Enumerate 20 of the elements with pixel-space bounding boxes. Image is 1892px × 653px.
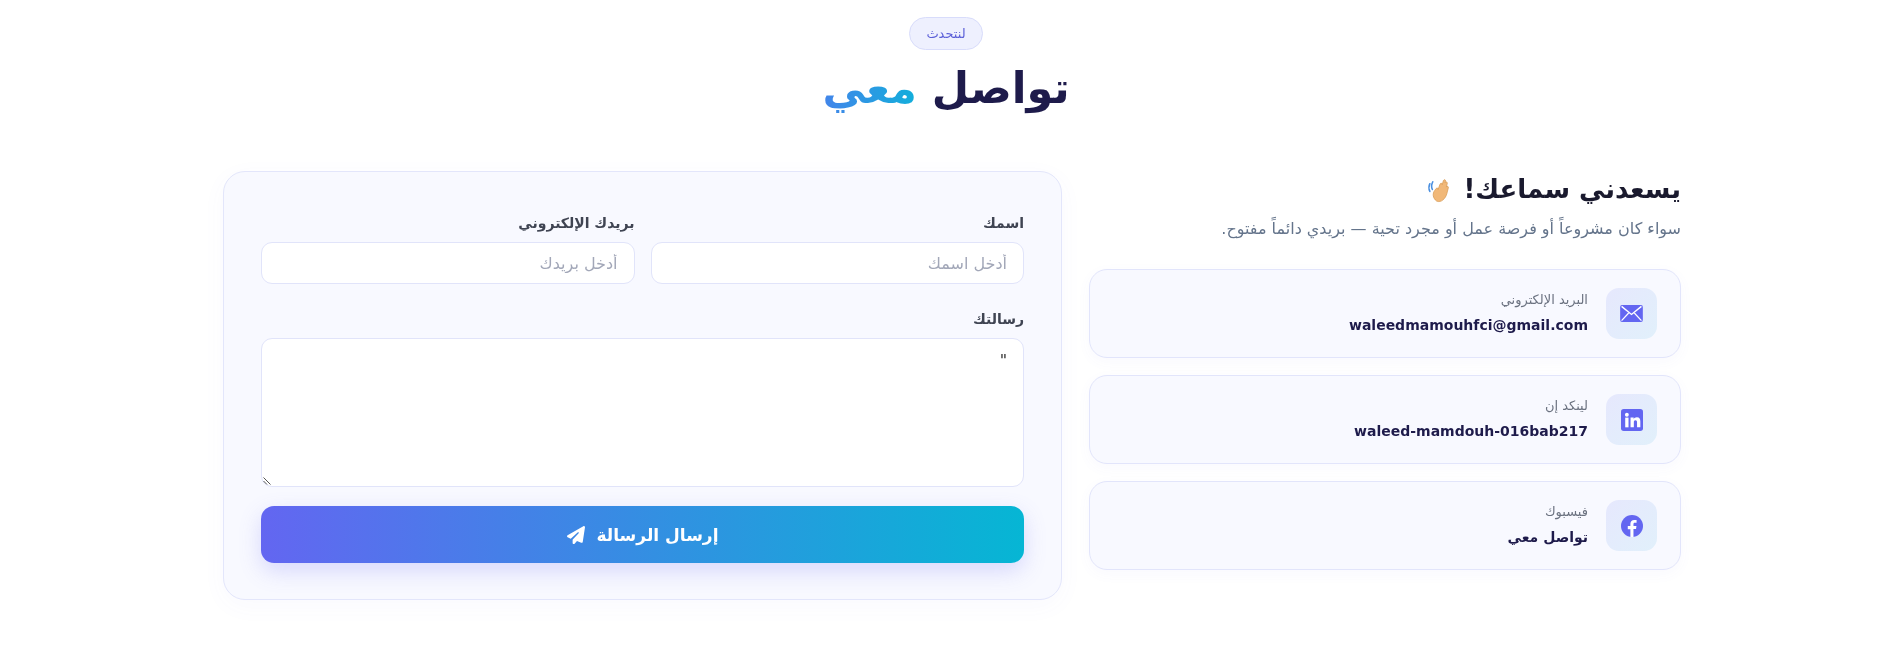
contact-value: waleed-mamdouh-016bab217 (1354, 422, 1588, 441)
facebook-icon (1606, 500, 1657, 551)
resize-grip-icon[interactable] (263, 477, 271, 485)
contact-value: waleedmamouhfci@gmail.com (1348, 316, 1588, 335)
contact-card[interactable]: فيسبوك تواصل معي (1089, 481, 1681, 570)
intro-heading: يسعدني سماعك! (1463, 173, 1681, 206)
contact-label: فيسبوك (1544, 503, 1588, 522)
field-label: بريدك الإلكتروني (518, 214, 635, 232)
contact-value: تواصل معي (1507, 528, 1588, 548)
section-badge: لنتحدث (909, 17, 983, 50)
paper-plane-icon (566, 525, 585, 544)
contact-label: لينكد إن (1544, 397, 1588, 415)
field-label: رسالتك (972, 310, 1024, 328)
section-title: تواصل معي (822, 62, 1070, 116)
linkedin-icon (1606, 394, 1657, 445)
envelope-icon (1606, 288, 1657, 339)
message-field[interactable]: " (261, 338, 1024, 487)
contact-label: البريد الإلكتروني (1500, 291, 1588, 310)
field-label: اسمك (983, 214, 1024, 232)
intro-text: سواء كان مشروعاً أو فرصة عمل أو مجرد تحية — بريدي دائماً مفتوح. (1220, 216, 1681, 241)
